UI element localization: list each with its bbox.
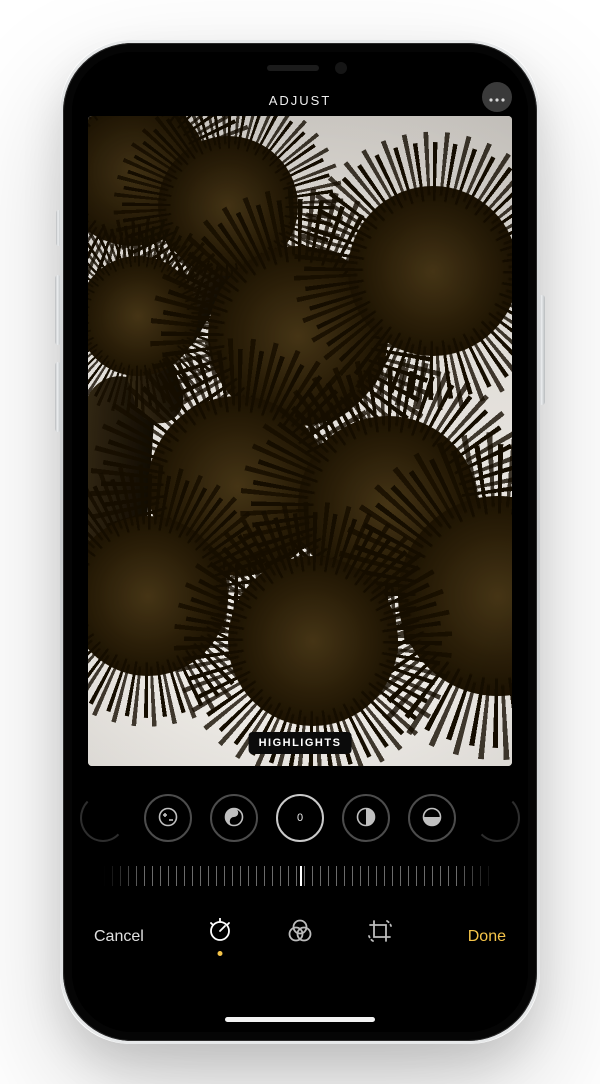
edit-header: ADJUST [72,80,528,120]
more-options-button[interactable] [482,82,512,112]
device-frame: ADJUST [60,40,540,1044]
yin-yang-icon [224,807,244,830]
dial-exposure[interactable] [144,794,192,842]
tab-filters[interactable] [283,915,317,949]
edit-mode-tabs [72,904,528,960]
slider-ticks [104,866,496,886]
ellipsis-icon [489,89,505,105]
dial-peek-left[interactable] [80,794,126,842]
home-indicator[interactable] [225,1017,375,1022]
adjust-dial-row[interactable]: 0 [72,786,528,850]
dial-shadows[interactable] [342,794,390,842]
tab-adjust[interactable] [203,915,237,949]
plus-minus-icon [158,807,178,830]
device-notch [195,52,405,82]
active-tab-indicator [218,951,223,956]
filters-icon [287,918,313,947]
dial-brilliance[interactable] [210,794,258,842]
tab-crop[interactable] [363,915,397,949]
edit-mode-title: ADJUST [269,93,332,108]
dial-peek-right[interactable] [474,794,520,842]
half-circle-horizontal-icon [422,807,442,830]
dial-highlights[interactable]: 0 [276,794,324,842]
parameter-label: HIGHLIGHTS [249,732,352,754]
dial-contrast[interactable] [408,794,456,842]
adjust-dial-icon [207,918,233,947]
stage: ADJUST [0,0,600,1084]
photo-edit-screen: ADJUST [72,52,528,1032]
photo-preview[interactable]: HIGHLIGHTS [88,116,512,766]
half-circle-vertical-icon [356,807,376,830]
value-slider[interactable] [104,860,496,892]
dial-value-label: 0 [297,812,303,824]
crop-rotate-icon [367,918,393,947]
